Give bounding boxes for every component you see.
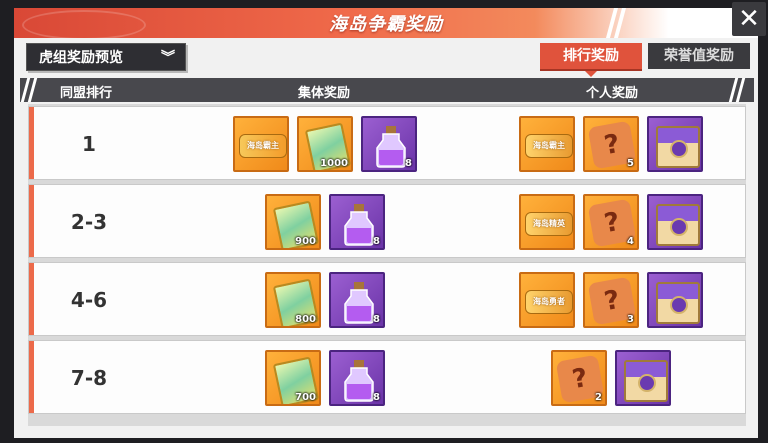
item-quantity: 8 <box>405 158 412 169</box>
mystery-puzzle-icon[interactable]: ? 2 <box>551 350 607 406</box>
item-quantity: 4 <box>627 236 634 247</box>
table-row: 4-6 800 8 海岛勇者 ? 3 <box>28 262 746 336</box>
potion-bottle-icon[interactable]: 8 <box>329 350 385 406</box>
title-banner-icon[interactable]: 海岛勇者 <box>519 272 575 328</box>
potion-bottle-icon[interactable]: 8 <box>329 194 385 250</box>
rank-label: 2-3 <box>70 210 108 234</box>
ticket-icon[interactable]: 800 <box>265 272 321 328</box>
title-banner-label: 海岛霸主 <box>525 134 573 158</box>
potion-bottle-icon[interactable]: 8 <box>329 272 385 328</box>
mystery-puzzle-icon[interactable]: ? 5 <box>583 116 639 172</box>
item-quantity: 800 <box>295 314 316 325</box>
item-quantity: 3 <box>627 314 634 325</box>
tab-honor-rewards[interactable]: 荣誉值奖励 <box>648 43 750 69</box>
table-row: 7-8 700 8 ? 2 <box>28 340 746 414</box>
title-banner-label: 海岛精英 <box>525 212 573 236</box>
item-quantity: 700 <box>295 392 316 403</box>
item-quantity: 8 <box>373 236 380 247</box>
ticket-icon[interactable]: 900 <box>265 194 321 250</box>
title-stripes <box>605 8 630 38</box>
title-banner-label: 海岛勇者 <box>525 290 573 314</box>
rank-label: 1 <box>82 132 96 156</box>
title-banner-icon[interactable]: 海岛精英 <box>519 194 575 250</box>
item-quantity: 8 <box>373 392 380 403</box>
rank-label: 4-6 <box>70 288 108 312</box>
group-select-dropdown[interactable]: 虎组奖励预览 ︾ <box>26 43 186 71</box>
ticket-icon[interactable]: 1000 <box>297 116 353 172</box>
active-tab-indicator <box>585 71 597 77</box>
item-quantity: 8 <box>373 314 380 325</box>
treasure-chest-icon[interactable] <box>647 194 703 250</box>
potion-bottle-icon[interactable]: 8 <box>361 116 417 172</box>
table-header: 同盟排行 集体奖励 个人奖励 <box>20 78 754 102</box>
item-quantity: 2 <box>595 392 602 403</box>
treasure-chest-icon[interactable] <box>647 116 703 172</box>
title-card-label: 海岛霸主 <box>239 134 287 158</box>
table-row: 1 海岛霸主 1000 8 海岛霸主 ? 5 <box>28 106 746 180</box>
rank-label: 7-8 <box>70 366 108 390</box>
title-card-icon[interactable]: 海岛霸主 <box>233 116 289 172</box>
treasure-chest-icon[interactable] <box>615 350 671 406</box>
table-row: 2-3 900 8 海岛精英 ? 4 <box>28 184 746 258</box>
title-banner-icon[interactable]: 海岛霸主 <box>519 116 575 172</box>
column-header-personal: 个人奖励 <box>586 86 639 101</box>
tab-rank-rewards[interactable]: 排行奖励 <box>540 43 642 69</box>
header-stripes-left <box>20 78 44 102</box>
item-quantity: 1000 <box>320 158 348 169</box>
chevron-down-icon: ︾ <box>161 50 175 66</box>
page-title: 海岛争霸奖励 <box>329 14 443 35</box>
mystery-puzzle-icon[interactable]: ? 3 <box>583 272 639 328</box>
column-header-rank: 同盟排行 <box>60 86 113 101</box>
group-select-label: 虎组奖励预览 <box>39 50 123 66</box>
item-quantity: 5 <box>627 158 634 169</box>
reward-panel: 海岛争霸奖励 ✕ 虎组奖励预览 ︾ 排行奖励 荣誉值奖励 同盟排行 集体奖励 个… <box>14 2 766 438</box>
column-header-collective: 集体奖励 <box>298 86 351 101</box>
mystery-puzzle-icon[interactable]: ? 4 <box>583 194 639 250</box>
item-quantity: 900 <box>295 236 316 247</box>
ticket-icon[interactable]: 700 <box>265 350 321 406</box>
header-stripes-right <box>728 78 752 102</box>
title-bar: 海岛争霸奖励 <box>14 8 758 38</box>
close-icon[interactable]: ✕ <box>732 2 766 36</box>
treasure-chest-icon[interactable] <box>647 272 703 328</box>
reward-table: 1 海岛霸主 1000 8 海岛霸主 ? 5 2-3 900 8 海岛精英 ? … <box>28 104 746 426</box>
